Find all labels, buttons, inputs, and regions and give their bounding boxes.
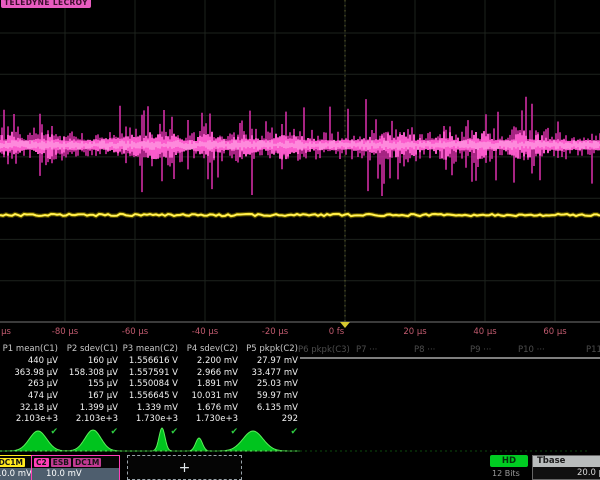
measure-value: 160 µV [60, 356, 118, 368]
inactive-measure-header[interactable]: P11 [586, 345, 600, 355]
oscilloscope-screen: TELEDYNE LECROY 0 fs -100 µs -80 µs -60 µs… [0, 0, 600, 480]
measure-value: 6.135 mV [240, 403, 298, 415]
bits-label: 12 Bits [492, 469, 520, 478]
time-axis-label: 40 µs [473, 327, 496, 337]
time-axis-label: 60 µs [543, 327, 566, 337]
brand-label: TELEDYNE LECROY [1, 0, 91, 8]
time-axis-label: 20 µs [403, 327, 426, 337]
time-axis: 0 fs -100 µs -80 µs -60 µs -40 µs -20 µs 20 µ… [0, 322, 600, 342]
inactive-measure-header[interactable]: P10 ··· [518, 345, 545, 355]
measure-value: 440 µV [0, 356, 58, 368]
measure-header[interactable]: P3 mean(C2) [120, 344, 178, 356]
measure-value: 1.556616 V [120, 356, 178, 368]
measure-value: 27.97 mV [240, 356, 298, 368]
inactive-measure-header[interactable]: P9 ··· [470, 345, 491, 355]
trigger-time-label: 0 fs [329, 327, 345, 337]
measure-header[interactable]: P1 mean(C1) [0, 344, 58, 356]
c2-eres-badge: ESB [51, 458, 71, 467]
inactive-measure-divider [300, 357, 600, 359]
channel2-descriptor-box[interactable]: C2 ESB DC1M 10.0 mV [31, 455, 120, 480]
measure-value: 32.18 µV [0, 403, 58, 415]
measure-header[interactable]: P2 sdev(C1) [60, 344, 118, 356]
time-axis-label: -60 µs [122, 327, 148, 337]
measure-value: 1.557591 V [120, 368, 178, 380]
hd-mode-badge[interactable]: HD [490, 455, 528, 467]
c1-coupling-badge: DC1M [0, 458, 25, 467]
waveform-grid-area[interactable]: TELEDYNE LECROY [0, 0, 600, 323]
time-axis-label: -20 µs [262, 327, 288, 337]
measure-value: 363.98 µV [0, 368, 58, 380]
measure-value: 1.676 mV [180, 403, 238, 415]
time-axis-label: -100 µs [0, 327, 11, 337]
measure-value: 10.031 mV [180, 391, 238, 403]
histogram-plot [0, 424, 600, 455]
timebase-title: Tbase [533, 456, 600, 467]
measure-value: 1.891 mV [180, 379, 238, 391]
add-trace-box[interactable]: + [127, 455, 242, 480]
measure-value: 2.966 mV [180, 368, 238, 380]
measure-value: 155 µV [60, 379, 118, 391]
inactive-measure-header[interactable]: P7 ··· [356, 345, 377, 355]
c2-coupling-badge: DC1M [73, 458, 101, 467]
measure-value: 263 µV [0, 379, 58, 391]
inactive-measure-header[interactable]: P8 ··· [414, 345, 435, 355]
measure-value: 2.200 mV [180, 356, 238, 368]
measure-value: 1.339 mV [120, 403, 178, 415]
measure-value: 59.97 mV [240, 391, 298, 403]
timebase-value: 20.0 µs/div [533, 467, 600, 480]
histogram-strip [0, 424, 600, 455]
measure-value: 1.399 µV [60, 403, 118, 415]
measure-header[interactable]: P4 sdev(C2) [180, 344, 238, 356]
time-axis-label: -80 µs [52, 327, 78, 337]
descriptor-bar: DC1M 10.0 mV C2 ESB DC1M 10.0 mV + HD 12… [0, 455, 600, 480]
waveform-plot [0, 0, 600, 323]
measure-header[interactable]: P5 pkpk(C2) [240, 344, 298, 356]
measure-value: 167 µV [60, 391, 118, 403]
c2-scale-value: 10.0 mV [32, 468, 119, 480]
measure-value: 474 µV [0, 391, 58, 403]
measure-value: 33.477 mV [240, 368, 298, 380]
measure-value: 1.550084 V [120, 379, 178, 391]
plus-icon: + [179, 461, 191, 475]
measure-value: 25.03 mV [240, 379, 298, 391]
c2-channel-badge: C2 [34, 458, 49, 467]
time-axis-label: -40 µs [192, 327, 218, 337]
measure-value: 1.556645 V [120, 391, 178, 403]
timebase-descriptor-box[interactable]: Tbase 20.0 µs/div [532, 455, 600, 480]
inactive-measure-header[interactable]: P6 pkpk(C3) [298, 345, 350, 355]
measure-value: 158.308 µV [60, 368, 118, 380]
